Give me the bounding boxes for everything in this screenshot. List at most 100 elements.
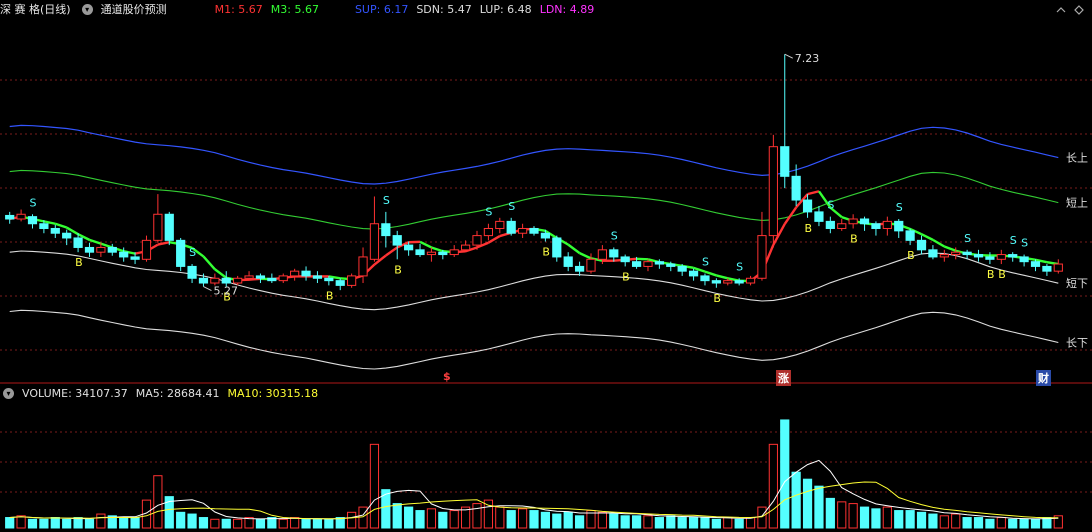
volume-bar (1030, 518, 1041, 529)
trend-line-segment (567, 243, 581, 255)
low-pointer (203, 286, 212, 292)
volume-bar (5, 517, 15, 529)
volume-bar (73, 517, 83, 529)
event-marker-finance[interactable]: 财 (1036, 370, 1051, 386)
candle-body (802, 199, 813, 213)
trend-line-segment (920, 233, 934, 241)
candle-body (654, 261, 664, 265)
candle-body (335, 280, 345, 286)
candle-body (404, 244, 414, 251)
sell-signal: S (1010, 234, 1017, 247)
candle-body (643, 261, 653, 267)
volume-bar (745, 517, 756, 529)
indicator-menu-icon[interactable]: ▾ (81, 3, 93, 15)
volume-bar (16, 515, 26, 529)
candle-body (928, 249, 938, 258)
event-marker-rise[interactable]: 涨 (776, 370, 791, 386)
ldn-value: LDN: 4.89 (539, 2, 595, 16)
candle-body (39, 223, 49, 229)
candle-body (96, 246, 106, 253)
candle-body (244, 275, 254, 279)
candle-body (791, 175, 801, 201)
diamond-icon[interactable] (1074, 5, 1084, 15)
volume-bar (426, 508, 437, 529)
candle-body (198, 277, 209, 284)
candle-body (1053, 263, 1063, 272)
volume-bar (27, 518, 38, 529)
volume-bar (951, 513, 961, 529)
volume-bar (939, 515, 949, 529)
candle-body (666, 263, 676, 267)
short-upper-label: 短上 (1066, 196, 1088, 210)
candle-body (586, 258, 596, 272)
candle-body (1008, 254, 1018, 258)
high-price-label: 7.23 (795, 52, 820, 65)
sell-signal: S (896, 201, 903, 214)
candle-body (688, 270, 699, 277)
stock-name[interactable]: 深 赛 格(日线) (0, 1, 71, 17)
candle-body (27, 216, 38, 225)
volume-bar (837, 501, 847, 529)
volume-bar (221, 518, 231, 529)
buy-signal: B (622, 270, 630, 283)
candle-body (780, 146, 790, 177)
volume-bar (39, 518, 49, 529)
event-marker-dollar[interactable]: $ (441, 370, 453, 383)
sell-signal: S (1021, 237, 1028, 250)
volume-bar (825, 497, 835, 529)
candle-body (996, 254, 1006, 260)
volume-bar (96, 513, 106, 529)
candle-body (312, 275, 323, 279)
volume-bar (540, 511, 551, 529)
candle-body (62, 232, 72, 239)
volume-bar (814, 485, 824, 529)
trend-line-segment (943, 245, 957, 252)
volume-bar (563, 511, 573, 529)
volume-bar (905, 510, 915, 529)
candle-body (552, 237, 562, 258)
candle-body (347, 275, 357, 286)
candle-body (233, 277, 243, 284)
volume-chart[interactable] (0, 400, 1092, 530)
candle-body (814, 211, 824, 222)
candle-body (438, 251, 448, 256)
trend-line-segment (157, 241, 170, 246)
volume-bar (894, 510, 904, 529)
volume-bar (404, 506, 414, 529)
volume-bar (973, 517, 984, 529)
volume-bar (301, 518, 311, 529)
long-lower-label: 长下 (1066, 337, 1088, 350)
candle-body (757, 235, 767, 279)
m1-value: M1: 5.67 (214, 2, 263, 16)
candle-body (859, 218, 870, 225)
candle-body (50, 227, 60, 234)
trend-line-segment (385, 246, 398, 257)
trend-line-segment (579, 252, 592, 260)
candle-body (597, 249, 607, 260)
volume-bar (438, 511, 448, 529)
candle-body (16, 213, 26, 220)
candle-body (745, 277, 756, 284)
volume-bar (996, 517, 1006, 529)
volume-bar (552, 513, 562, 529)
indicator-name[interactable]: 通道股价预测 (101, 1, 167, 17)
sell-signal: S (189, 246, 196, 259)
collapse-up-icon[interactable] (1056, 5, 1066, 15)
volume-bar (871, 508, 881, 529)
volume-bar (723, 517, 733, 529)
price-chart[interactable]: SSSS SSS SS SS S SBB BBBBBBBBB B7.235.27长上短上短下长… (0, 18, 1092, 384)
buy-signal: B (75, 256, 83, 269)
candle-body (905, 230, 915, 241)
volume-menu-icon[interactable]: ▾ (3, 387, 14, 399)
candle-body (517, 227, 528, 234)
volume-bar (187, 513, 197, 529)
candle-body (358, 256, 368, 277)
volume-bar (700, 517, 710, 529)
sell-signal: S (29, 196, 36, 209)
short-lower-channel-line (9, 250, 1059, 311)
candle-body (962, 251, 972, 256)
candle-body (176, 239, 186, 267)
candle-body (848, 218, 858, 225)
sdn-value: SDN: 5.47 (416, 2, 472, 16)
sell-signal: S (485, 206, 492, 219)
